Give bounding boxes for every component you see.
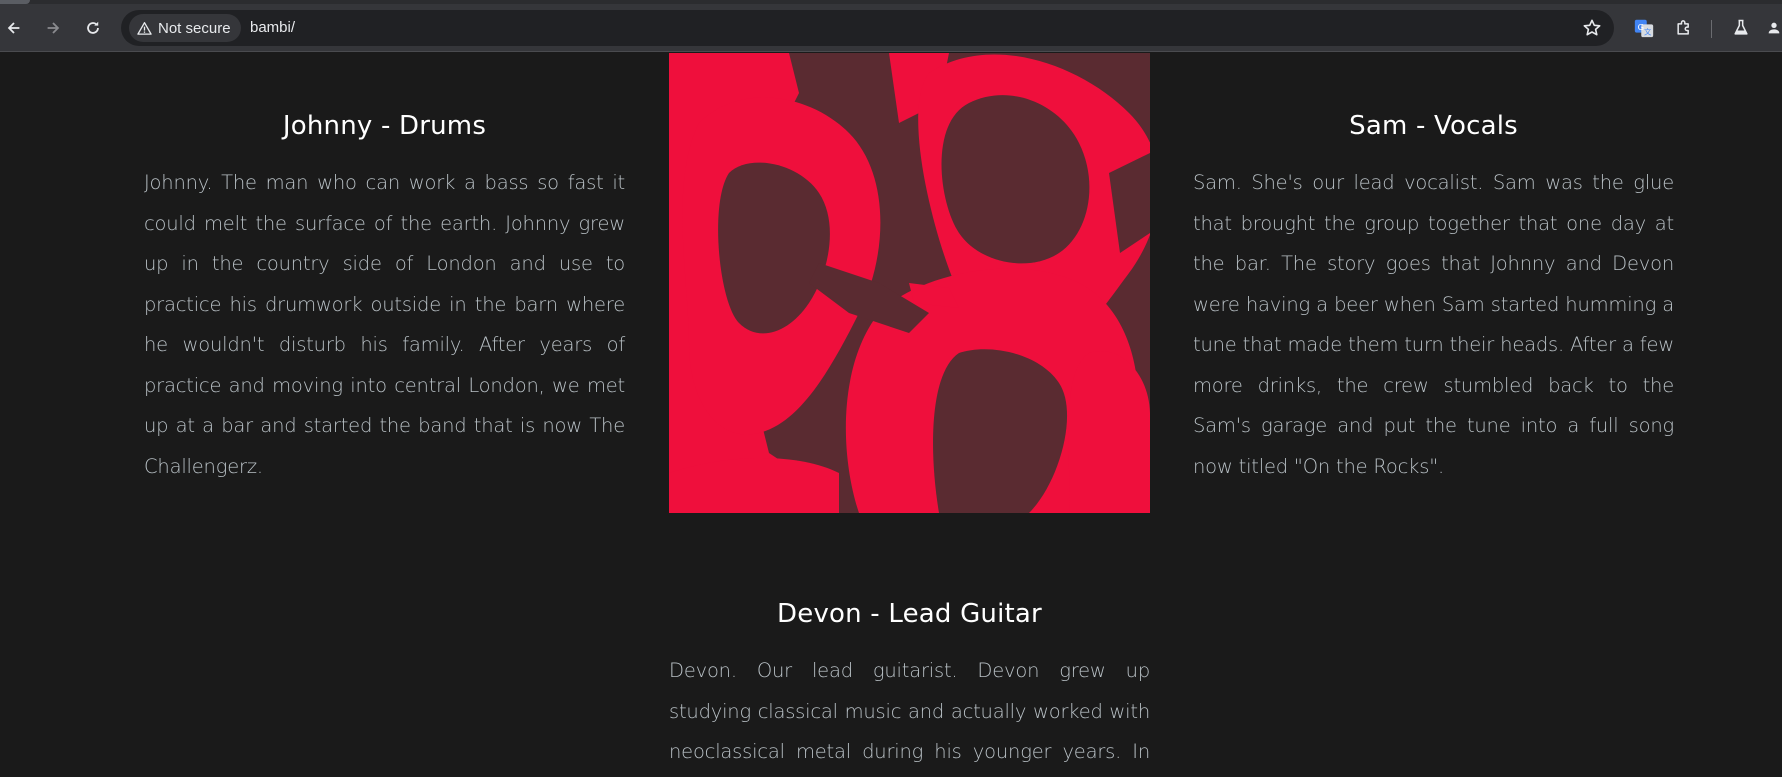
- band-photo-image: [669, 53, 1150, 513]
- security-label: Not secure: [158, 19, 231, 37]
- svg-text:G: G: [1638, 22, 1644, 32]
- member-card-devon: Devon - Lead Guitar Devon. Our lead guit…: [669, 599, 1150, 777]
- band-photo: [669, 53, 1150, 513]
- bookmark-button[interactable]: [1582, 18, 1602, 38]
- warning-triangle-icon: [137, 21, 152, 35]
- forward-button[interactable]: [39, 14, 67, 42]
- puzzle-icon: [1677, 20, 1689, 35]
- address-bar[interactable]: Not secure bambi/: [121, 10, 1614, 46]
- svg-text:文: 文: [1644, 27, 1652, 36]
- member-card-sam: Sam - Vocals Sam. She's our lead vocalis…: [1193, 111, 1674, 487]
- flask-icon: [1734, 19, 1748, 35]
- browser-toolbar: Not secure bambi/ G 文: [0, 4, 1782, 52]
- band-members-section: Johnny - Drums Johnny. The man who can w…: [0, 53, 1782, 777]
- profile-icon: [1768, 22, 1780, 34]
- translate-icon: G 文: [1634, 19, 1654, 38]
- toolbar-divider: [1711, 20, 1712, 38]
- member-bio: Johnny. The man who can work a bass so f…: [144, 171, 625, 478]
- forward-arrow-icon: [47, 22, 60, 34]
- member-name: Sam - Vocals: [1349, 111, 1518, 141]
- translate-button[interactable]: G 文: [1632, 16, 1656, 40]
- extensions-button[interactable]: [1672, 16, 1696, 40]
- member-bio: Sam. She's our lead vocalist. Sam was th…: [1193, 171, 1674, 478]
- labs-button[interactable]: [1729, 16, 1753, 40]
- reload-icon: [87, 21, 99, 34]
- member-bio: Devon. Our lead guitarist. Devon grew up…: [669, 659, 1150, 763]
- profile-button[interactable]: [1766, 16, 1782, 40]
- back-arrow-icon: [7, 22, 20, 34]
- security-indicator[interactable]: Not secure: [129, 14, 241, 42]
- member-card-johnny: Johnny - Drums Johnny. The man who can w…: [144, 111, 625, 487]
- url-text[interactable]: bambi/: [250, 10, 295, 46]
- reload-button[interactable]: [79, 14, 107, 42]
- star-icon: [1583, 19, 1601, 36]
- member-name: Johnny - Drums: [282, 111, 487, 141]
- back-button[interactable]: [0, 14, 28, 42]
- member-name: Devon - Lead Guitar: [777, 599, 1042, 629]
